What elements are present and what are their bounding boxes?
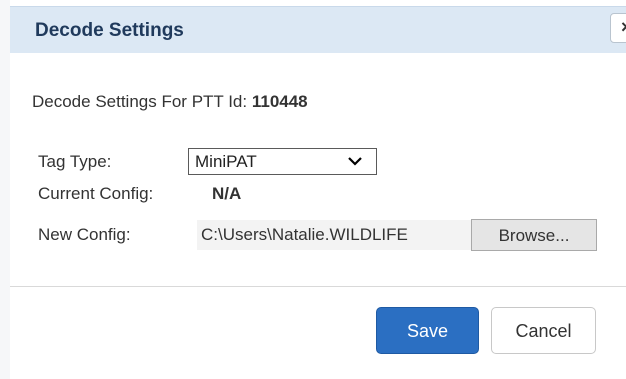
close-button[interactable]: × bbox=[610, 13, 626, 43]
file-path-text: C:\Users\Natalie.WILDLIFE bbox=[201, 225, 408, 244]
browse-button[interactable]: Browse... bbox=[471, 219, 597, 251]
new-config-file-path[interactable]: C:\Users\Natalie.WILDLIFE bbox=[197, 220, 471, 250]
new-config-label: New Config: bbox=[38, 225, 131, 244]
decode-settings-dialog: Decode Settings × Decode Settings For PT… bbox=[0, 0, 626, 379]
ptt-id-value: 110448 bbox=[251, 92, 308, 111]
dialog-titlebar: Decode Settings × bbox=[10, 6, 626, 54]
current-config-label: Current Config: bbox=[38, 184, 154, 203]
footer-divider bbox=[10, 286, 626, 287]
tag-type-label: Tag Type: bbox=[38, 152, 112, 171]
save-button-label: Save bbox=[406, 321, 449, 341]
chevron-down-icon bbox=[348, 157, 362, 166]
cancel-button-label: Cancel bbox=[515, 321, 572, 341]
settings-heading: Decode Settings For PTT Id: 110448 bbox=[32, 92, 308, 112]
dialog-title: Decode Settings bbox=[35, 20, 184, 41]
browse-button-label: Browse... bbox=[498, 226, 570, 245]
close-icon: × bbox=[621, 17, 626, 38]
tag-type-select[interactable]: MiniPAT bbox=[188, 148, 377, 175]
heading-prefix: Decode Settings For PTT Id: bbox=[32, 92, 252, 111]
background-edge bbox=[0, 0, 10, 379]
save-button[interactable]: Save bbox=[376, 307, 479, 354]
tag-type-selected: MiniPAT bbox=[195, 152, 257, 171]
cancel-button[interactable]: Cancel bbox=[491, 307, 596, 354]
dialog-body: Decode Settings For PTT Id: 110448 Tag T… bbox=[10, 53, 626, 286]
current-config-value: N/A bbox=[212, 184, 242, 203]
